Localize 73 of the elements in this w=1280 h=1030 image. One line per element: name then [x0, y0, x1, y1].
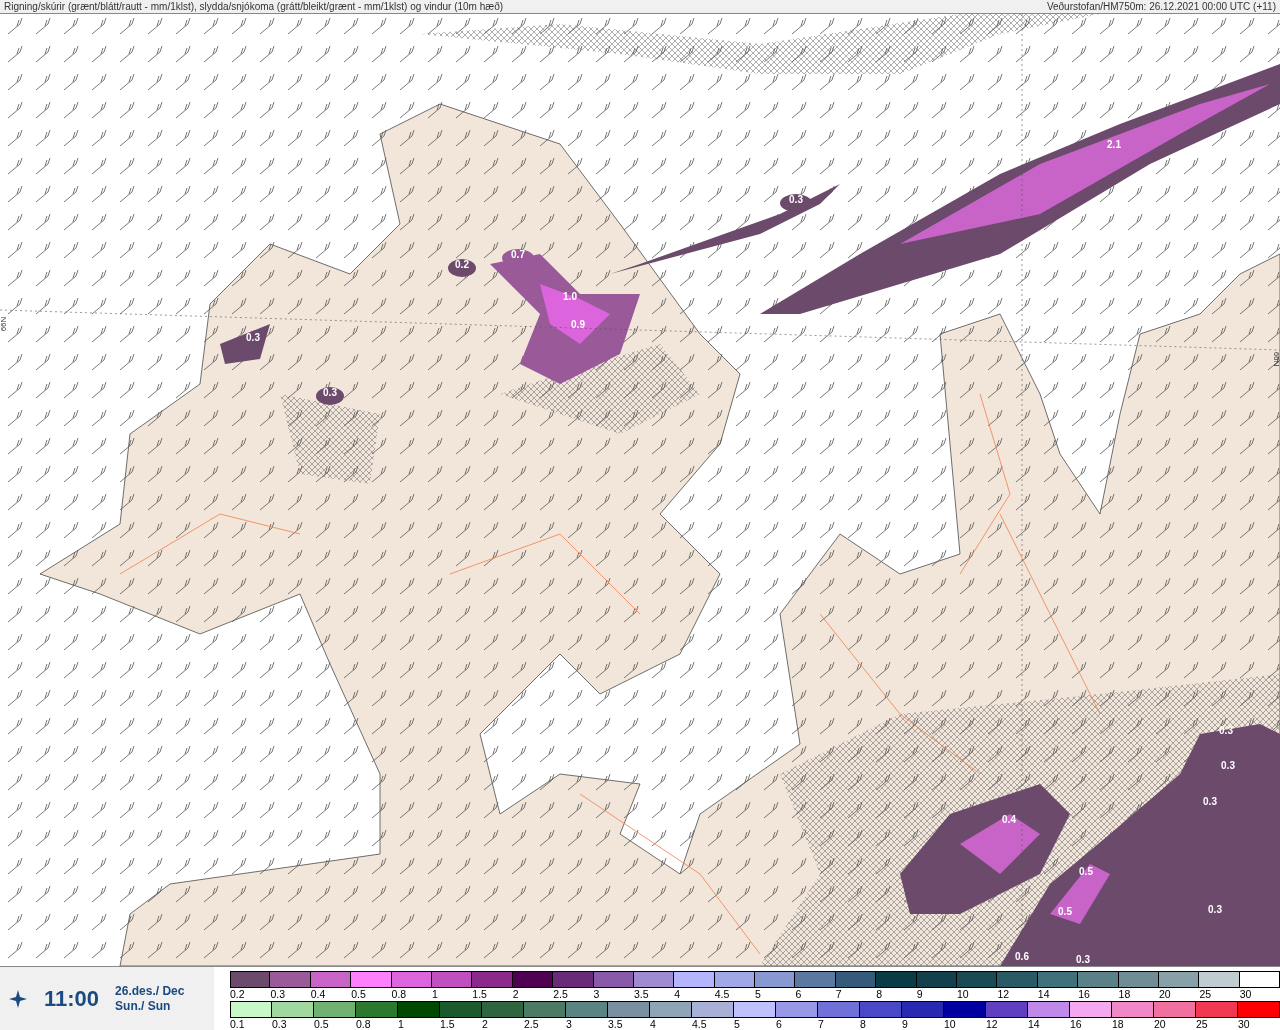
legend-value: 2.5 [553, 988, 568, 1001]
legend-value: 0.4 [310, 988, 326, 1001]
legend-value: 20 [1154, 1018, 1166, 1030]
legend-value: 9 [902, 1018, 908, 1030]
legend-value: 6 [795, 988, 802, 1001]
legend-value: 0.3 [272, 1018, 287, 1030]
legend-value: 7 [818, 1018, 824, 1030]
legend-value: 4.5 [714, 988, 730, 1001]
legend-value: 8 [876, 988, 883, 1001]
legend-value: 8 [860, 1018, 866, 1030]
legend-value: 16 [1078, 988, 1090, 1001]
legend-value: 3 [593, 988, 600, 1001]
legend-value: 12 [986, 1018, 998, 1030]
legend-value: 30 [1238, 1018, 1250, 1030]
legend-value: 2 [482, 1018, 488, 1030]
map-title: Rigning/skúrir (grænt/blátt/rautt - mm/1klst), slydda/snjókoma (grátt/bleikt/grænt - mm/1klst) og vindur (10m hæð) [4, 0, 504, 13]
precipitation-value: 0.6 [1015, 951, 1029, 962]
precipitation-value: 0.3 [1076, 954, 1090, 965]
legend-value: 3.5 [608, 1018, 623, 1030]
legend-value: 25 [1199, 988, 1212, 1001]
legend-value: 0.5 [314, 1018, 329, 1030]
legend-value: 3 [566, 1018, 572, 1030]
legend-value: 1.5 [472, 988, 487, 1001]
precipitation-value: 0.2 [455, 259, 469, 270]
legend-value: 10 [957, 988, 969, 1001]
legend-value: 18 [1118, 988, 1131, 1001]
forecast-time: 11:00 [44, 985, 100, 1013]
legend-value: 2.5 [524, 1018, 539, 1030]
legend-value: 4 [674, 988, 681, 1001]
legend-value: 16 [1070, 1018, 1082, 1030]
legend-value: 9 [916, 988, 923, 1001]
legend-value: 0.8 [356, 1018, 371, 1030]
legend-value: 10 [944, 1018, 956, 1030]
legend-value: 4 [650, 1018, 656, 1030]
legend-value: 0.8 [391, 988, 407, 1001]
legend-value: 20 [1159, 988, 1171, 1001]
latitude-label: 66N [1272, 351, 1280, 367]
legend-value: 2 [512, 988, 519, 1001]
legend-value: 30 [1239, 988, 1252, 1001]
model-run-info: Veðurstofan/HM750m: 26.12.2021 00:00 UTC (+11) [1046, 0, 1276, 13]
precipitation-value: 0.3 [246, 332, 260, 343]
precipitation-value: 0.3 [1203, 796, 1217, 807]
legend-value: 7 [835, 988, 842, 1001]
precipitation-value: 0.7 [511, 249, 525, 260]
precipitation-value: 1.0 [563, 291, 577, 302]
precipitation-value: 0.5 [1058, 906, 1072, 917]
legend-value: 1 [431, 988, 438, 1001]
legend-value: 5 [755, 988, 761, 1001]
legend-value: 12 [997, 988, 1010, 1001]
precipitation-value: 2.1 [1107, 139, 1121, 150]
legend-value: 25 [1196, 1018, 1208, 1030]
forecast-weekday: Sun./ Sun [115, 998, 172, 1014]
legend-value: 0.2 [230, 988, 245, 1001]
latitude-label: 66N [0, 316, 8, 332]
legend-value: 1 [398, 1018, 404, 1030]
precipitation-value: 0.3 [789, 194, 803, 205]
precipitation-value: 0.3 [323, 387, 337, 398]
precipitation-value: 0.4 [1002, 814, 1016, 825]
precipitation-value: 0.3 [1208, 904, 1222, 915]
legend-value: 4.5 [692, 1018, 707, 1030]
legend-value: 3.5 [633, 988, 649, 1001]
precipitation-value: 0.3 [1221, 760, 1235, 771]
legend-value: 14 [1028, 1018, 1040, 1030]
legend-value: 0.5 [351, 988, 366, 1001]
precipitation-value: 0.9 [571, 319, 585, 330]
legend-value: 6 [776, 1018, 782, 1030]
legend-value: 5 [734, 1018, 740, 1030]
legend-value: 14 [1037, 988, 1050, 1001]
legend-value: 0.1 [230, 1018, 245, 1030]
legend-value: 0.3 [270, 988, 285, 1001]
forecast-date: 26.des./ Dec [115, 983, 185, 999]
legend-value: 1.5 [440, 1018, 455, 1030]
legend-value: 18 [1112, 1018, 1124, 1030]
